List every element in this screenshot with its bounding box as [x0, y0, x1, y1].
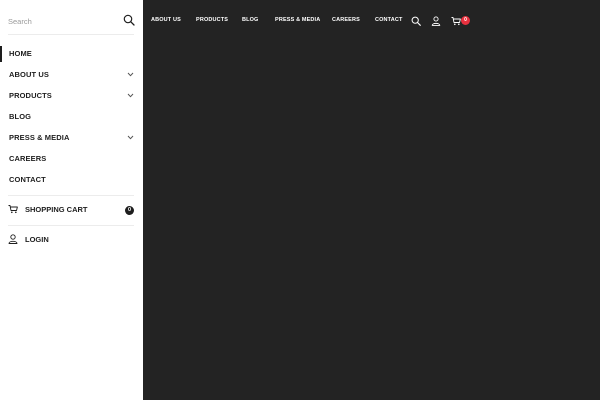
sidebar-item-press-media[interactable]: PRESS & MEDIA: [0, 128, 143, 148]
sidebar-shopping-cart[interactable]: SHOPPING CART 0: [0, 199, 143, 221]
nav-item-press-media[interactable]: PRESS & MEDIA: [275, 17, 320, 23]
cart-icon[interactable]: [451, 16, 461, 26]
user-icon: [8, 234, 18, 244]
sidebar-item-products[interactable]: PRODUCTS: [0, 86, 143, 106]
cart-count-badge: 0: [125, 206, 134, 215]
sidebar-item-label: CAREERS: [9, 154, 47, 163]
nav-item-products[interactable]: PRODUCTS: [196, 17, 228, 23]
sidebar-item-about-us[interactable]: ABOUT US: [0, 65, 143, 85]
sidebar-item-label: ABOUT US: [9, 70, 49, 79]
sidebar-item-home[interactable]: HOME: [0, 44, 143, 64]
nav-item-contact[interactable]: CONTACT: [375, 17, 403, 23]
chevron-down-icon[interactable]: [127, 135, 134, 140]
nav-item-careers[interactable]: CAREERS: [332, 17, 360, 23]
cart-divider: [8, 225, 134, 226]
search-input[interactable]: [8, 13, 116, 29]
login-label: LOGIN: [25, 235, 49, 244]
sidebar-item-careers[interactable]: CAREERS: [0, 149, 143, 169]
search-icon[interactable]: [123, 14, 135, 26]
header-cart-count-badge: 0: [461, 16, 470, 25]
sidebar-item-label: PRODUCTS: [9, 91, 52, 100]
search-divider: [8, 34, 134, 35]
nav-item-blog[interactable]: BLOG: [242, 17, 259, 23]
cart-icon: [8, 205, 18, 214]
sidebar-search: [0, 0, 143, 42]
sidebar-item-label: HOME: [9, 49, 32, 58]
page-content-area: [143, 40, 600, 400]
menu-divider: [8, 195, 134, 196]
sidebar-item-label: CONTACT: [9, 175, 46, 184]
chevron-down-icon[interactable]: [127, 93, 134, 98]
sidebar-item-label: PRESS & MEDIA: [9, 133, 70, 142]
sidebar-item-label: BLOG: [9, 112, 32, 121]
search-icon[interactable]: [411, 16, 421, 26]
nav-item-about-us[interactable]: ABOUT US: [151, 17, 181, 23]
offcanvas-sidebar: HOME ABOUT US PRODUCTS BLOG PRESS & MEDI…: [0, 0, 143, 400]
sidebar-item-blog[interactable]: BLOG: [0, 107, 143, 127]
shopping-cart-label: SHOPPING CART: [25, 205, 88, 214]
chevron-down-icon[interactable]: [127, 72, 134, 77]
sidebar-item-contact[interactable]: CONTACT: [0, 170, 143, 190]
sidebar-login[interactable]: LOGIN: [0, 229, 143, 251]
user-icon[interactable]: [431, 16, 441, 26]
